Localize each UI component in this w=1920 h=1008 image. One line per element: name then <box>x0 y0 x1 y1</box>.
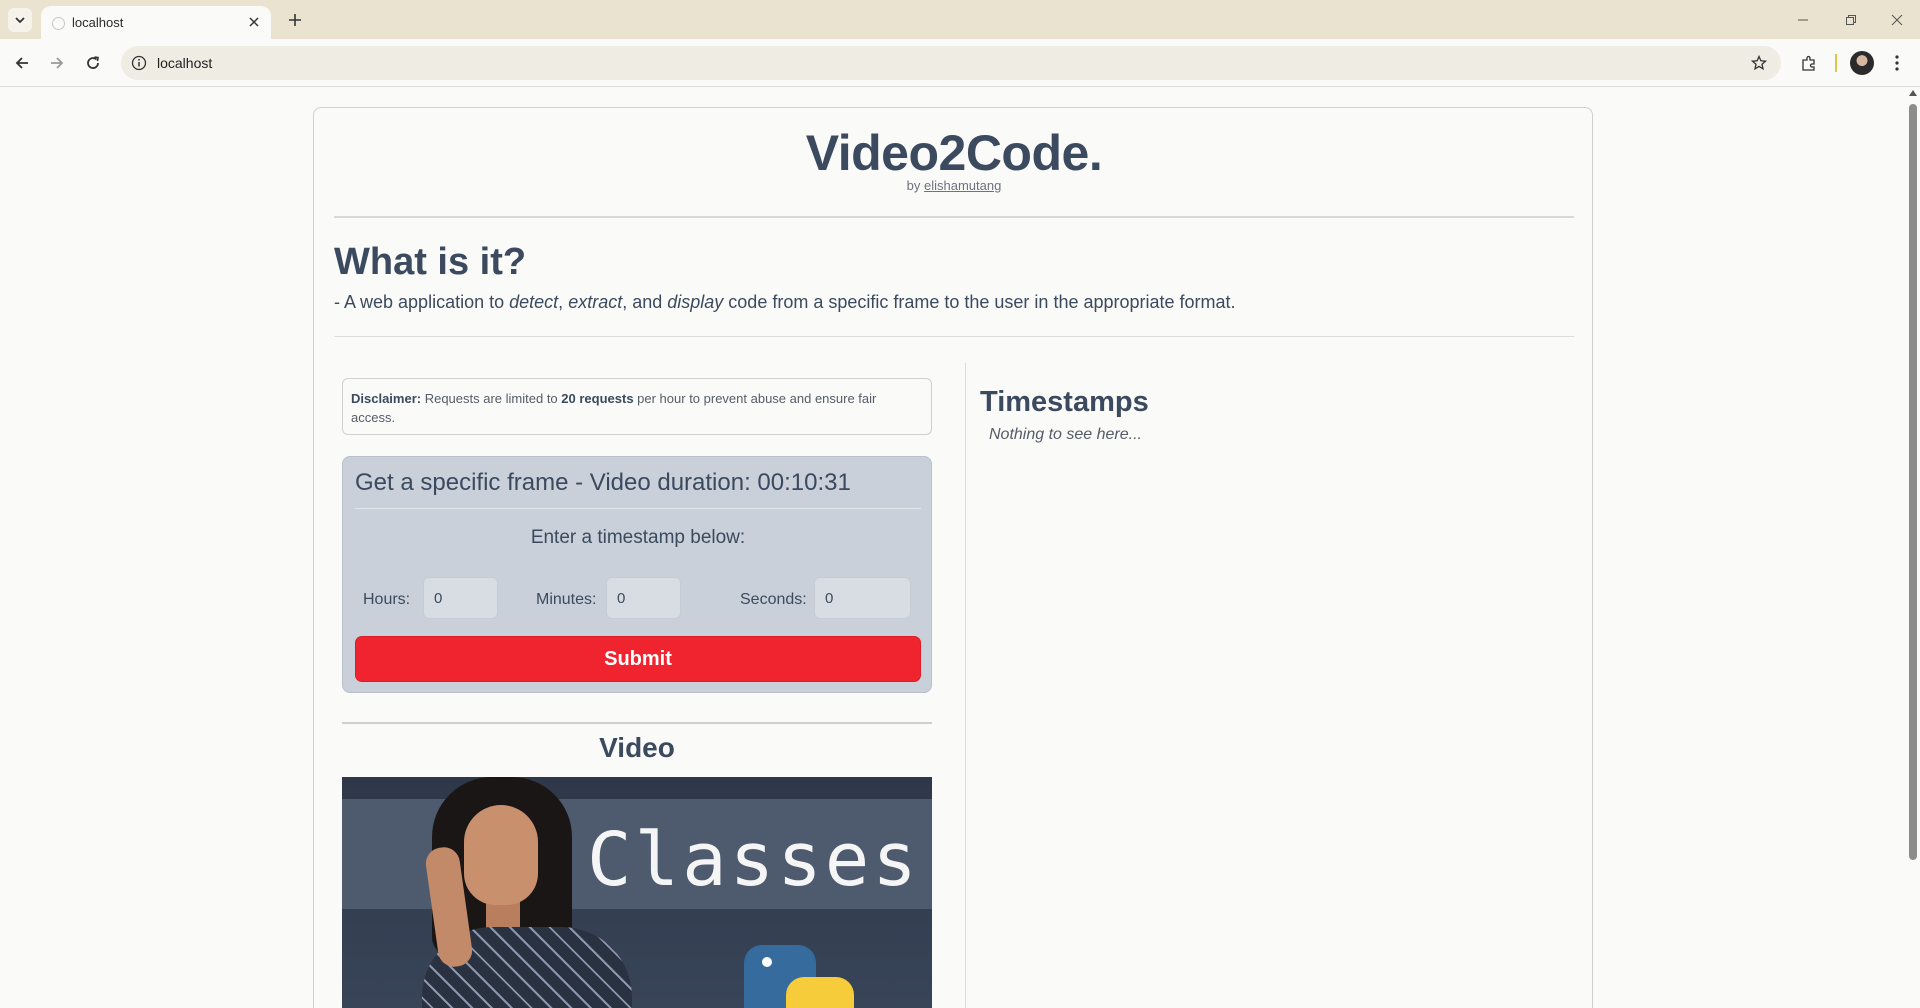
python-logo-yellow <box>786 977 854 1008</box>
about-sep1: , <box>558 292 569 312</box>
restore-button[interactable] <box>1836 9 1866 31</box>
restore-icon <box>1846 15 1856 25</box>
minimize-button[interactable] <box>1788 9 1818 31</box>
about-detect: detect <box>509 292 559 312</box>
timestamps-heading: Timestamps <box>980 386 1149 418</box>
address-text: localhost <box>157 55 213 71</box>
minutes-input[interactable]: 0 <box>606 577 681 619</box>
minutes-label: Minutes: <box>536 591 597 608</box>
close-tab-button[interactable] <box>245 13 263 31</box>
frame-form-title: Get a specific frame - Video duration: 0… <box>355 469 851 496</box>
extensions-button[interactable] <box>1796 50 1822 76</box>
about-extract: extract <box>568 292 623 312</box>
disclaimer-limit: 20 requests <box>561 391 634 406</box>
bookmark-star-icon[interactable] <box>1749 53 1769 73</box>
site-info-icon[interactable] <box>130 54 148 72</box>
seconds-label: Seconds: <box>740 591 807 608</box>
puzzle-icon <box>1802 55 1815 71</box>
frame-form: Get a specific frame - Video duration: 0… <box>342 456 932 693</box>
address-bar[interactable]: localhost <box>121 46 1781 80</box>
page-favicon-icon <box>52 17 65 30</box>
scroll-up-arrow-icon[interactable] <box>1909 90 1917 96</box>
kebab-menu-icon <box>1895 55 1899 71</box>
main-card: Video2Code. by elishamutang What is it? … <box>313 107 1593 1008</box>
plus-icon <box>289 14 301 26</box>
submit-button[interactable]: Submit <box>355 636 921 682</box>
tab-title: localhost <box>72 15 124 30</box>
about-description: - A web application to detect, extract, … <box>334 292 1236 313</box>
back-button[interactable] <box>9 50 35 76</box>
thumbnail-presenter <box>402 777 632 1008</box>
video-heading: Video <box>599 732 675 763</box>
toolbar-divider <box>1835 54 1837 72</box>
chevron-down-icon <box>15 17 25 24</box>
arrow-left-icon <box>15 57 28 69</box>
tab-search-button[interactable] <box>8 8 32 32</box>
byline: by elishamutang <box>314 178 1594 193</box>
presenter-face <box>464 805 538 905</box>
about-desc-prefix: - A web application to <box>334 292 510 312</box>
disclaimer-label: Disclaimer: <box>351 391 422 406</box>
timestamps-empty-text: Nothing to see here... <box>989 426 1142 443</box>
disclaimer-text1: Requests are limited to <box>421 391 562 406</box>
thumbnail-title-text: Classes <box>587 817 920 903</box>
hours-input[interactable]: 0 <box>423 577 498 619</box>
minimize-icon <box>1798 19 1808 21</box>
seconds-input[interactable]: 0 <box>814 577 911 619</box>
byline-prefix: by <box>906 178 921 193</box>
about-sep2: , and <box>622 292 668 312</box>
close-icon <box>1891 14 1903 26</box>
about-divider <box>334 336 1574 337</box>
site-title: Video2Code. <box>805 125 1103 181</box>
frame-form-divider <box>355 508 921 509</box>
about-desc-suffix: code from a specific frame to the user i… <box>723 292 1236 312</box>
timestamp-prompt: Enter a timestamp below: <box>530 527 746 548</box>
browser-tab-bar: localhost <box>0 0 1920 40</box>
profile-avatar[interactable] <box>1850 51 1874 75</box>
hours-label: Hours: <box>363 591 411 608</box>
arrow-right-icon <box>51 57 64 69</box>
python-logo-eye <box>762 957 772 967</box>
header-divider <box>334 216 1574 218</box>
close-window-button[interactable] <box>1882 9 1912 31</box>
reload-icon <box>87 56 99 69</box>
new-tab-button[interactable] <box>283 8 307 32</box>
browser-toolbar: localhost <box>0 39 1920 87</box>
author-link[interactable]: elishamutang <box>924 178 1001 193</box>
scroll-thumb[interactable] <box>1909 104 1917 860</box>
video-divider <box>342 722 932 724</box>
disclaimer-box: Disclaimer: Requests are limited to 20 r… <box>342 378 932 435</box>
reload-button[interactable] <box>80 50 106 76</box>
about-display: display <box>667 292 724 312</box>
forward-button[interactable] <box>44 50 70 76</box>
close-icon <box>249 17 259 27</box>
page-scrollbar[interactable] <box>1906 88 1920 1008</box>
column-divider <box>965 363 966 1008</box>
video-player[interactable]: Classes <box>342 777 932 1008</box>
about-heading: What is it? <box>334 241 527 283</box>
browser-menu-button[interactable] <box>1884 50 1910 76</box>
browser-tab[interactable]: localhost <box>41 6 271 40</box>
